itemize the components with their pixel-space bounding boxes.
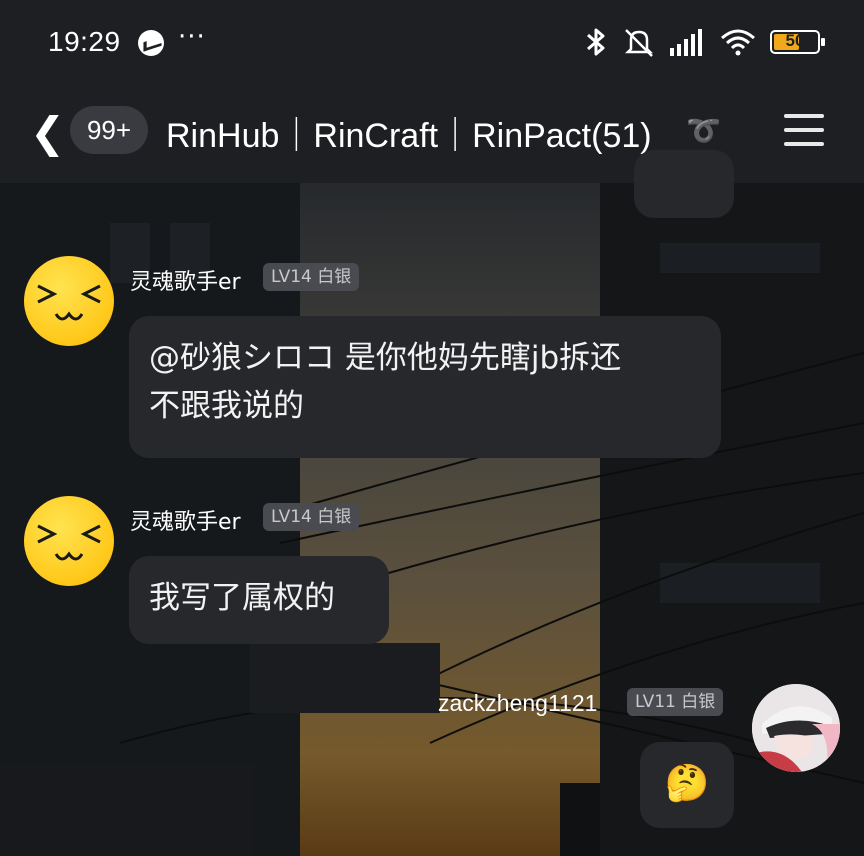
level-badge: LV11 白银 bbox=[627, 688, 724, 716]
sender-avatar[interactable] bbox=[24, 256, 114, 346]
message-text: 我写了属权的 bbox=[149, 580, 335, 616]
previous-message-bubble[interactable] bbox=[634, 150, 734, 218]
squint-face-icon bbox=[37, 524, 101, 561]
sender-name: 灵魂歌手er bbox=[130, 270, 241, 295]
mute-icon bbox=[624, 29, 654, 57]
message-bubble[interactable]: @砂狼シロコ 是你他妈先瞎jb拆还 不跟我说的 bbox=[129, 316, 721, 458]
battery-level: 50 bbox=[785, 31, 805, 50]
anime-avatar-icon bbox=[752, 684, 840, 772]
status-bar: 19:29 ··· 50 bbox=[0, 0, 864, 88]
message-bubble[interactable]: 我写了属权的 bbox=[129, 556, 389, 644]
chat-header: ❮ 99+ RinHub｜RinCraft｜RinPact(51) ➰ bbox=[0, 88, 864, 183]
back-icon[interactable]: ❮ bbox=[30, 108, 65, 157]
ear-icon[interactable]: ➰ bbox=[686, 114, 721, 147]
battery-icon: 50 bbox=[770, 30, 825, 54]
level-badge: LV14 白银 bbox=[263, 503, 360, 531]
squint-face-icon bbox=[37, 284, 101, 321]
menu-icon[interactable] bbox=[784, 114, 824, 146]
sender-name: 灵魂歌手er bbox=[130, 510, 241, 535]
message-text-line: 不跟我说的 bbox=[149, 388, 304, 424]
chat-title[interactable]: RinHub｜RinCraft｜RinPact(51) bbox=[166, 108, 652, 157]
clock: 19:29 bbox=[48, 26, 121, 57]
message-text-line: @砂狼シロコ 是你他妈先瞎jb拆还 bbox=[149, 340, 622, 376]
bluetooth-icon bbox=[587, 28, 605, 56]
unread-count-badge[interactable]: 99+ bbox=[70, 106, 148, 154]
message-bubble[interactable]: 🤔 bbox=[640, 742, 734, 828]
level-badge: LV14 白银 bbox=[263, 263, 360, 291]
wifi-icon bbox=[721, 29, 755, 56]
messenger-icon bbox=[138, 30, 164, 56]
more-notifications-icon: ··· bbox=[178, 22, 206, 52]
sender-name: zackzheng1121 bbox=[438, 690, 598, 716]
thinking-emoji: 🤔 bbox=[664, 763, 710, 804]
user-avatar[interactable] bbox=[752, 684, 840, 772]
sender-avatar[interactable] bbox=[24, 496, 114, 586]
signal-icon bbox=[670, 29, 702, 56]
